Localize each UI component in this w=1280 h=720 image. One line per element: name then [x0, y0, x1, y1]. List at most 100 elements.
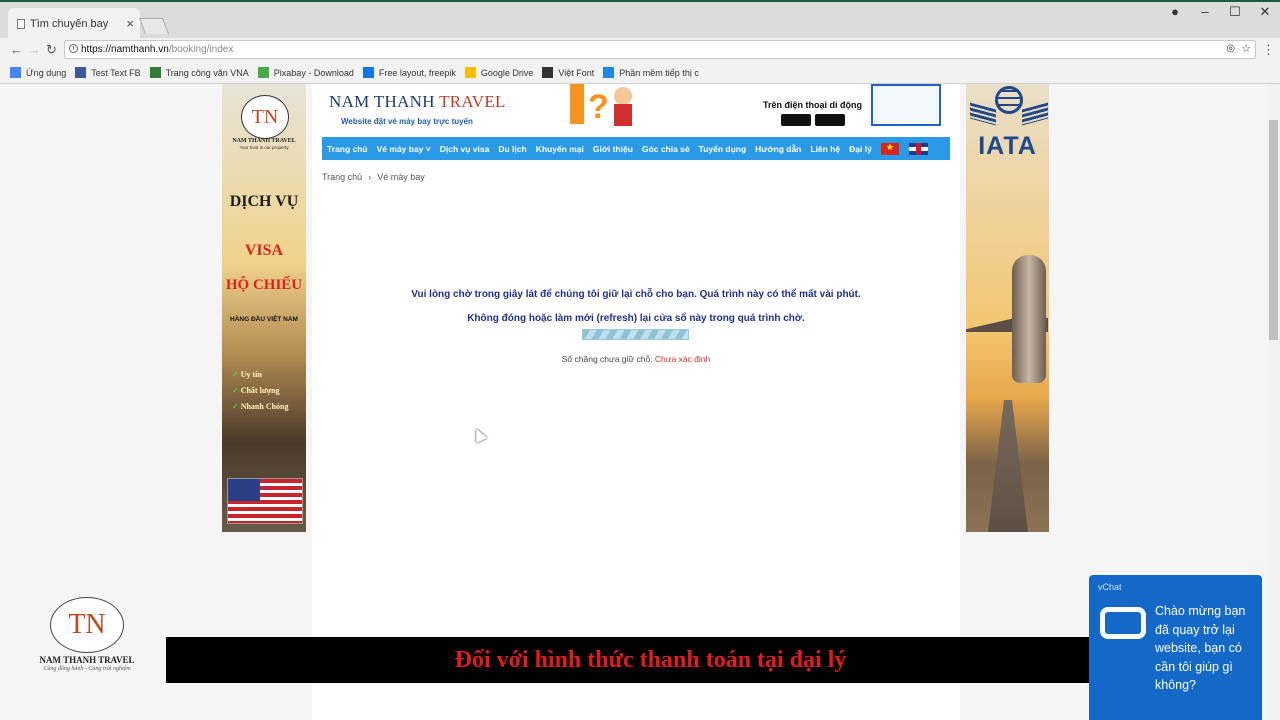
- facebook-icon: [75, 67, 87, 78]
- status-value: Chưa xác định: [654, 354, 711, 364]
- breadcrumb-current[interactable]: Vé máy bay: [377, 172, 425, 182]
- bookmark-label: Test Text FB: [91, 67, 141, 78]
- visa-banner[interactable]: [222, 84, 306, 532]
- banner-passport: HỘ CHIẾU: [225, 277, 303, 293]
- mascot-image: ?: [570, 84, 632, 126]
- brand-travel: TRAVEL: [439, 92, 506, 111]
- progress-bar: [582, 329, 689, 340]
- phone-preview-image: [871, 84, 941, 126]
- maximize-icon[interactable]: ☐: [1220, 0, 1250, 26]
- nav-item[interactable]: Góc chia sẻ: [642, 144, 690, 154]
- breadcrumb: Trang chủ › Vé máy bay: [322, 172, 431, 182]
- banner-heading: DỊCH VỤ: [229, 193, 299, 210]
- url-host: https://namthanh.vn: [81, 44, 169, 55]
- uk-flag-icon[interactable]: [908, 142, 928, 155]
- nav-item[interactable]: Trang chủ: [327, 144, 368, 154]
- back-icon[interactable]: ←: [10, 42, 23, 57]
- menu-icon[interactable]: ⋮: [1262, 42, 1275, 58]
- window-controls: ● – ☐ ✕: [1160, 0, 1280, 26]
- nav-item[interactable]: Hướng dẫn: [755, 144, 801, 154]
- warning-message: Không đóng hoặc làm mới (refresh) lại cử…: [467, 313, 805, 324]
- banner-visa: VISA: [244, 242, 284, 259]
- close-tab-icon[interactable]: ×: [126, 16, 134, 31]
- doc-icon: [149, 67, 161, 78]
- bookmark-label: Free layout, freepik: [378, 67, 456, 78]
- nav-item[interactable]: Dịch vụ visa: [440, 144, 490, 154]
- banner-logo: TN: [241, 95, 289, 139]
- nav-item[interactable]: Du lịch: [498, 144, 526, 154]
- bookmark-item[interactable]: Google Drive: [464, 67, 534, 78]
- bookmark-label: Việt Font: [558, 67, 595, 78]
- bookmark-label: Google Drive: [480, 67, 534, 78]
- hold-status: Số chặng chưa giữ chỗ: Chưa xác định: [322, 354, 950, 364]
- scrollbar-thumb[interactable]: [1269, 120, 1278, 340]
- main-nav: Trang chủ Vé máy bay ˅ Dịch vụ visa Du lịch…: [322, 137, 950, 160]
- bookmark-label: Ứng dụng: [26, 67, 67, 78]
- banner-brand: NAM THANH TRAVEL: [232, 138, 296, 144]
- apps-icon: [10, 67, 21, 78]
- us-flag-icon: [227, 478, 303, 524]
- bookmark-item[interactable]: Test Text FB: [75, 67, 141, 78]
- iata-logo: IATA: [978, 132, 1037, 160]
- breadcrumb-separator: ›: [368, 172, 372, 182]
- banner-claim: HÀNG ĐẦU VIỆT NAM: [230, 316, 298, 323]
- bookmark-item[interactable]: Pixabay - Download: [257, 67, 354, 78]
- bookmark-item[interactable]: Ứng dụng: [10, 67, 66, 78]
- banner-slogan: Your trust is our property: [239, 145, 289, 150]
- bookmark-label: Phần mềm tiếp thị c: [619, 67, 699, 78]
- app-promo-text: Trên điện thoại di động: [763, 100, 862, 110]
- page-icon: [17, 19, 25, 29]
- freepik-icon: [362, 67, 374, 78]
- location-icon[interactable]: ◎: [1226, 43, 1235, 54]
- nav-item[interactable]: Đại lý: [849, 144, 872, 154]
- google-play-badge[interactable]: [781, 114, 811, 126]
- chat-brand: vChat: [1098, 582, 1122, 592]
- reload-icon[interactable]: ↻: [46, 42, 57, 58]
- minimize-icon[interactable]: –: [1190, 0, 1220, 26]
- breadcrumb-home[interactable]: Trang chủ: [322, 172, 362, 182]
- chat-welcome-message: Chào mừng bạn đã quay trở lại website, b…: [1155, 604, 1246, 692]
- bookmark-item[interactable]: Phần mềm tiếp thị c: [603, 67, 699, 78]
- close-window-icon[interactable]: ✕: [1250, 0, 1280, 26]
- bookmark-label: Pixabay - Download: [273, 67, 354, 78]
- banner-feature: Uy tín: [232, 370, 262, 379]
- url-path: /booking/index: [168, 44, 234, 55]
- svg-text:?: ?: [588, 88, 609, 126]
- watermark-logo: TN: [50, 597, 124, 653]
- browser-tab-bar: [0, 0, 1280, 38]
- watermark-slogan: Cùng đồng hành - Cùng trải nghiệm: [43, 666, 131, 672]
- vietnam-flag-icon[interactable]: [880, 142, 899, 155]
- pixabay-icon: [257, 67, 269, 78]
- nav-item[interactable]: Tuyển dụng: [699, 144, 747, 154]
- forward-icon[interactable]: →: [28, 42, 41, 57]
- bookmark-item[interactable]: Trang công văn VNA: [149, 67, 249, 78]
- bookmarks-bar: Ứng dụng Test Text FB Trang công văn VNA Pi…: [0, 62, 1280, 84]
- banner-feature: Nhanh Chóng: [232, 402, 289, 411]
- status-label: Số chặng chưa giữ chỗ:: [561, 354, 653, 364]
- site-tagline: Website đặt vé máy bay trực tuyến: [341, 117, 473, 126]
- globe-icon: [995, 86, 1023, 114]
- bookmark-label: Trang công văn VNA: [165, 67, 249, 78]
- bookmark-item[interactable]: Free layout, freepik: [362, 67, 456, 78]
- watermark-brand: NAM THANH TRAVEL: [39, 655, 135, 665]
- site-logo[interactable]: NAM THANH TRAVEL: [329, 92, 506, 112]
- mail-icon: [603, 67, 615, 78]
- brand-name: NAM THANH: [329, 92, 435, 111]
- star-icon[interactable]: ☆: [1241, 42, 1251, 55]
- drive-icon: [464, 67, 476, 78]
- info-icon[interactable]: i: [69, 44, 78, 53]
- nav-item[interactable]: Vé máy bay ˅: [377, 144, 431, 154]
- bookmark-item[interactable]: Việt Font: [542, 67, 594, 78]
- font-icon: [542, 67, 554, 78]
- video-subtitle: Đối với hình thức thanh toán tại đại lý: [166, 637, 1135, 683]
- nav-item[interactable]: Khuyến mại: [536, 144, 584, 154]
- app-store-badge[interactable]: [815, 114, 845, 126]
- tab-title: Tìm chuyến bay: [30, 18, 109, 30]
- browser-tab[interactable]: Tìm chuyến bay ×: [8, 8, 140, 38]
- profile-icon[interactable]: ●: [1160, 0, 1190, 26]
- nav-item[interactable]: Giới thiệu: [593, 144, 633, 154]
- nav-item[interactable]: Liên hệ: [810, 144, 840, 154]
- wait-message: Vui lòng chờ trong giây lát để chúng tôi…: [411, 289, 861, 300]
- url-field[interactable]: i https://namthanh.vn/booking/index ◎ ☆: [64, 40, 1256, 59]
- chat-bubble-icon: [1100, 607, 1146, 639]
